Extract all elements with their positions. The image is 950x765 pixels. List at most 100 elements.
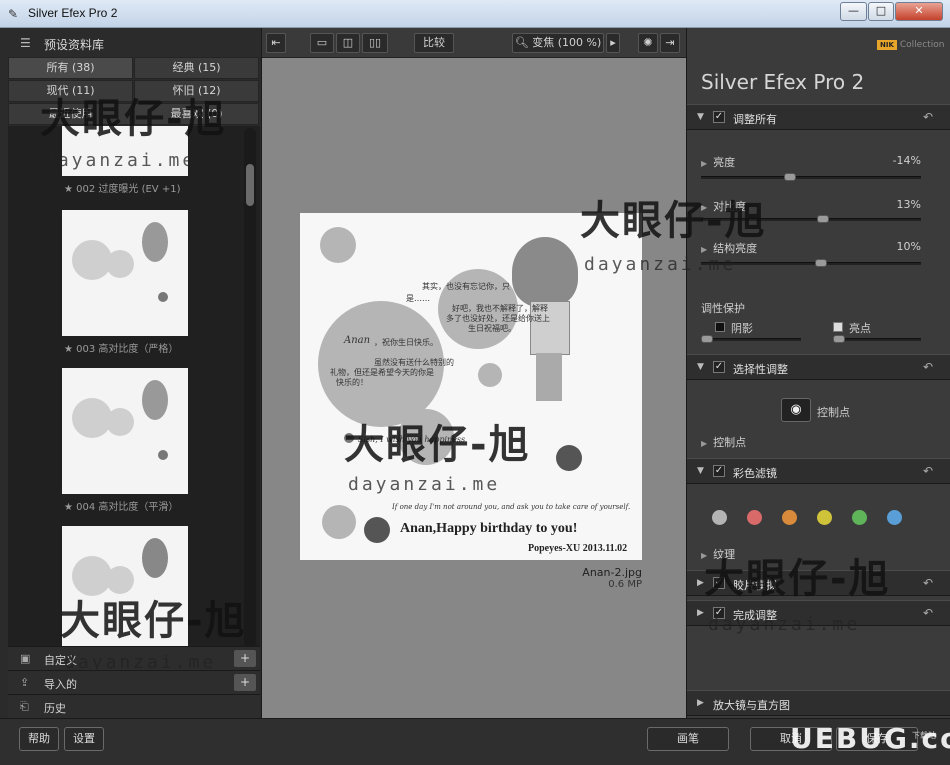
side-by-side-icon[interactable]: ▯▯: [362, 33, 388, 53]
tab-all[interactable]: 所有 (38): [8, 57, 133, 79]
brightness-label[interactable]: ▶ 亮度: [701, 154, 735, 170]
add-imported-button[interactable]: +: [234, 674, 256, 691]
highlights-slider[interactable]: [833, 335, 921, 343]
maximize-button[interactable]: □: [868, 2, 894, 21]
collapse-left-icon[interactable]: ⇤: [266, 33, 286, 53]
reset-icon[interactable]: ↶: [923, 464, 933, 478]
control-points-row[interactable]: ▶ 控制点: [701, 434, 746, 450]
preview-canvas[interactable]: 其实，也没有忘记你，只 是…… 好吧，我也不解释了，解释 多了也没好处，还是给你…: [262, 58, 686, 718]
tab-classic[interactable]: 经典 (15): [134, 57, 259, 79]
highlights-control[interactable]: 亮点: [833, 320, 871, 336]
file-name: Anan-2.jpg: [582, 566, 642, 579]
scrollbar-thumb[interactable]: [246, 164, 254, 206]
slider-knob[interactable]: [833, 335, 845, 343]
slider-knob[interactable]: [815, 259, 827, 267]
shadows-control[interactable]: 阴影: [715, 320, 753, 336]
film-label: 胶片模拟: [733, 579, 777, 592]
add-custom-button[interactable]: +: [234, 650, 256, 667]
slider-knob[interactable]: [784, 173, 796, 181]
close-button[interactable]: ✕: [895, 2, 943, 21]
preset-thumbnail: [62, 210, 188, 336]
reset-icon[interactable]: ↶: [923, 110, 933, 124]
collapse-arrow-icon: ▼: [697, 112, 704, 122]
preset-item[interactable]: [62, 526, 188, 646]
brightness-slider[interactable]: [701, 173, 921, 181]
filter-orange[interactable]: [782, 510, 797, 525]
folder-icon: ▣: [20, 652, 31, 665]
control-point-button-label: 控制点: [817, 406, 850, 419]
preset-item[interactable]: ★ 003 高对比度（严格）: [62, 210, 188, 355]
compare-button[interactable]: 比较: [414, 33, 454, 53]
color-filter-checkbox[interactable]: ✓: [713, 465, 725, 477]
color-filter-section[interactable]: ▼ ✓ 彩色滤镜 ↶: [687, 458, 950, 484]
shadows-slider[interactable]: [701, 335, 801, 343]
expand-arrow-icon: ▶: [697, 698, 704, 708]
selective-section[interactable]: ▼ ✓ 选择性调整 ↶: [687, 354, 950, 380]
note-line: ，祝你生日快乐。: [374, 338, 438, 347]
zoom-search-icon: 🔍︎: [514, 36, 529, 49]
filter-blue[interactable]: [887, 510, 902, 525]
single-view-icon[interactable]: ▭: [310, 33, 334, 53]
reset-icon[interactable]: ↶: [923, 360, 933, 374]
slider-knob[interactable]: [701, 335, 713, 343]
collapse-right-icon[interactable]: ⇥: [660, 33, 680, 53]
grain-row[interactable]: ▶ 纹理: [701, 546, 735, 562]
save-button[interactable]: 保存: [836, 727, 918, 751]
structure-slider[interactable]: [701, 259, 921, 267]
window-title: Silver Efex Pro 2: [28, 6, 118, 20]
film-section[interactable]: ▶ ✓ 胶片模拟 ↶: [687, 570, 950, 596]
brush-button[interactable]: 画笔: [647, 727, 729, 751]
adjust-all-checkbox[interactable]: ✓: [713, 111, 725, 123]
light-icon[interactable]: ✺: [638, 33, 658, 53]
shadows-swatch-icon: [715, 322, 725, 332]
loupe-section[interactable]: ▶ 放大镜与直方图: [687, 690, 950, 716]
finishing-section[interactable]: ▶ ✓ 完成调整 ↶: [687, 600, 950, 626]
script-line: If one day I'm not around you, and ask y…: [392, 503, 631, 511]
selective-checkbox[interactable]: ✓: [713, 361, 725, 373]
tab-recent[interactable]: 最近使用: [8, 103, 133, 125]
structure-label[interactable]: ▶ 结构亮度: [701, 240, 757, 256]
settings-button[interactable]: 设置: [64, 727, 104, 751]
signature-text: Popeyes-XU 2013.11.02: [528, 543, 628, 554]
slider-knob[interactable]: [817, 215, 829, 223]
zoom-dropdown[interactable]: 🔍︎ 变焦 (100 %): [512, 33, 604, 53]
finishing-checkbox[interactable]: ✓: [713, 607, 725, 619]
contrast-slider[interactable]: [701, 215, 921, 223]
film-checkbox[interactable]: ✓: [713, 577, 725, 589]
library-tabs: 所有 (38) 经典 (15) 现代 (11) 怀旧 (12) 最近使用 最喜欢…: [8, 57, 260, 125]
zoom-arrow-icon[interactable]: ▸: [606, 33, 620, 53]
imported-presets-row[interactable]: ⇪ 导入的 +: [8, 670, 260, 694]
minimize-button[interactable]: —: [840, 2, 867, 21]
adjust-all-section[interactable]: ▼ ✓ 调整所有 ↶: [687, 104, 950, 130]
split-view-icon[interactable]: ◫: [336, 33, 360, 53]
note-line: Anan: [344, 335, 371, 346]
adjust-all-label: 调整所有: [733, 113, 777, 126]
preset-item[interactable]: ★ 002 过度曝光 (EV +1): [62, 126, 188, 195]
filter-neutral[interactable]: [712, 510, 727, 525]
preset-item[interactable]: ★ 004 高对比度（平滑）: [62, 368, 188, 513]
add-control-point-button[interactable]: ◉: [781, 398, 811, 422]
cancel-button[interactable]: 取消: [750, 727, 832, 751]
expand-arrow-icon: ▶: [697, 578, 704, 588]
history-row[interactable]: ⎗ 历史: [8, 694, 260, 718]
reset-icon[interactable]: ↶: [923, 606, 933, 620]
bottom-bar: 帮助 设置 画笔 取消 保存: [0, 718, 950, 765]
library-title: 预设资料库: [44, 38, 105, 52]
filter-red[interactable]: [747, 510, 762, 525]
title-bar: ✎ Silver Efex Pro 2 — □ ✕: [0, 0, 950, 28]
custom-presets-row[interactable]: ▣ 自定义 +: [8, 646, 260, 670]
library-header[interactable]: ☰ 预设资料库: [8, 30, 258, 56]
filter-yellow[interactable]: [817, 510, 832, 525]
preset-list: ★ 002 过度曝光 (EV +1) ★ 003 高对比度（严格） ★ 004 …: [8, 126, 260, 646]
tab-favorites[interactable]: 最喜欢 (0): [134, 103, 259, 125]
help-button[interactable]: 帮助: [19, 727, 59, 751]
app-icon: ✎: [8, 7, 19, 21]
reset-icon[interactable]: ↶: [923, 576, 933, 590]
birthday-text: Anan,Happy birthday to you!: [400, 521, 578, 536]
contrast-label[interactable]: ▶ 对比度: [701, 198, 746, 214]
filter-green[interactable]: [852, 510, 867, 525]
loupe-label: 放大镜与直方图: [713, 699, 790, 712]
tab-vintage[interactable]: 怀旧 (12): [134, 80, 259, 102]
tab-modern[interactable]: 现代 (11): [8, 80, 133, 102]
preset-scrollbar[interactable]: [244, 128, 256, 648]
